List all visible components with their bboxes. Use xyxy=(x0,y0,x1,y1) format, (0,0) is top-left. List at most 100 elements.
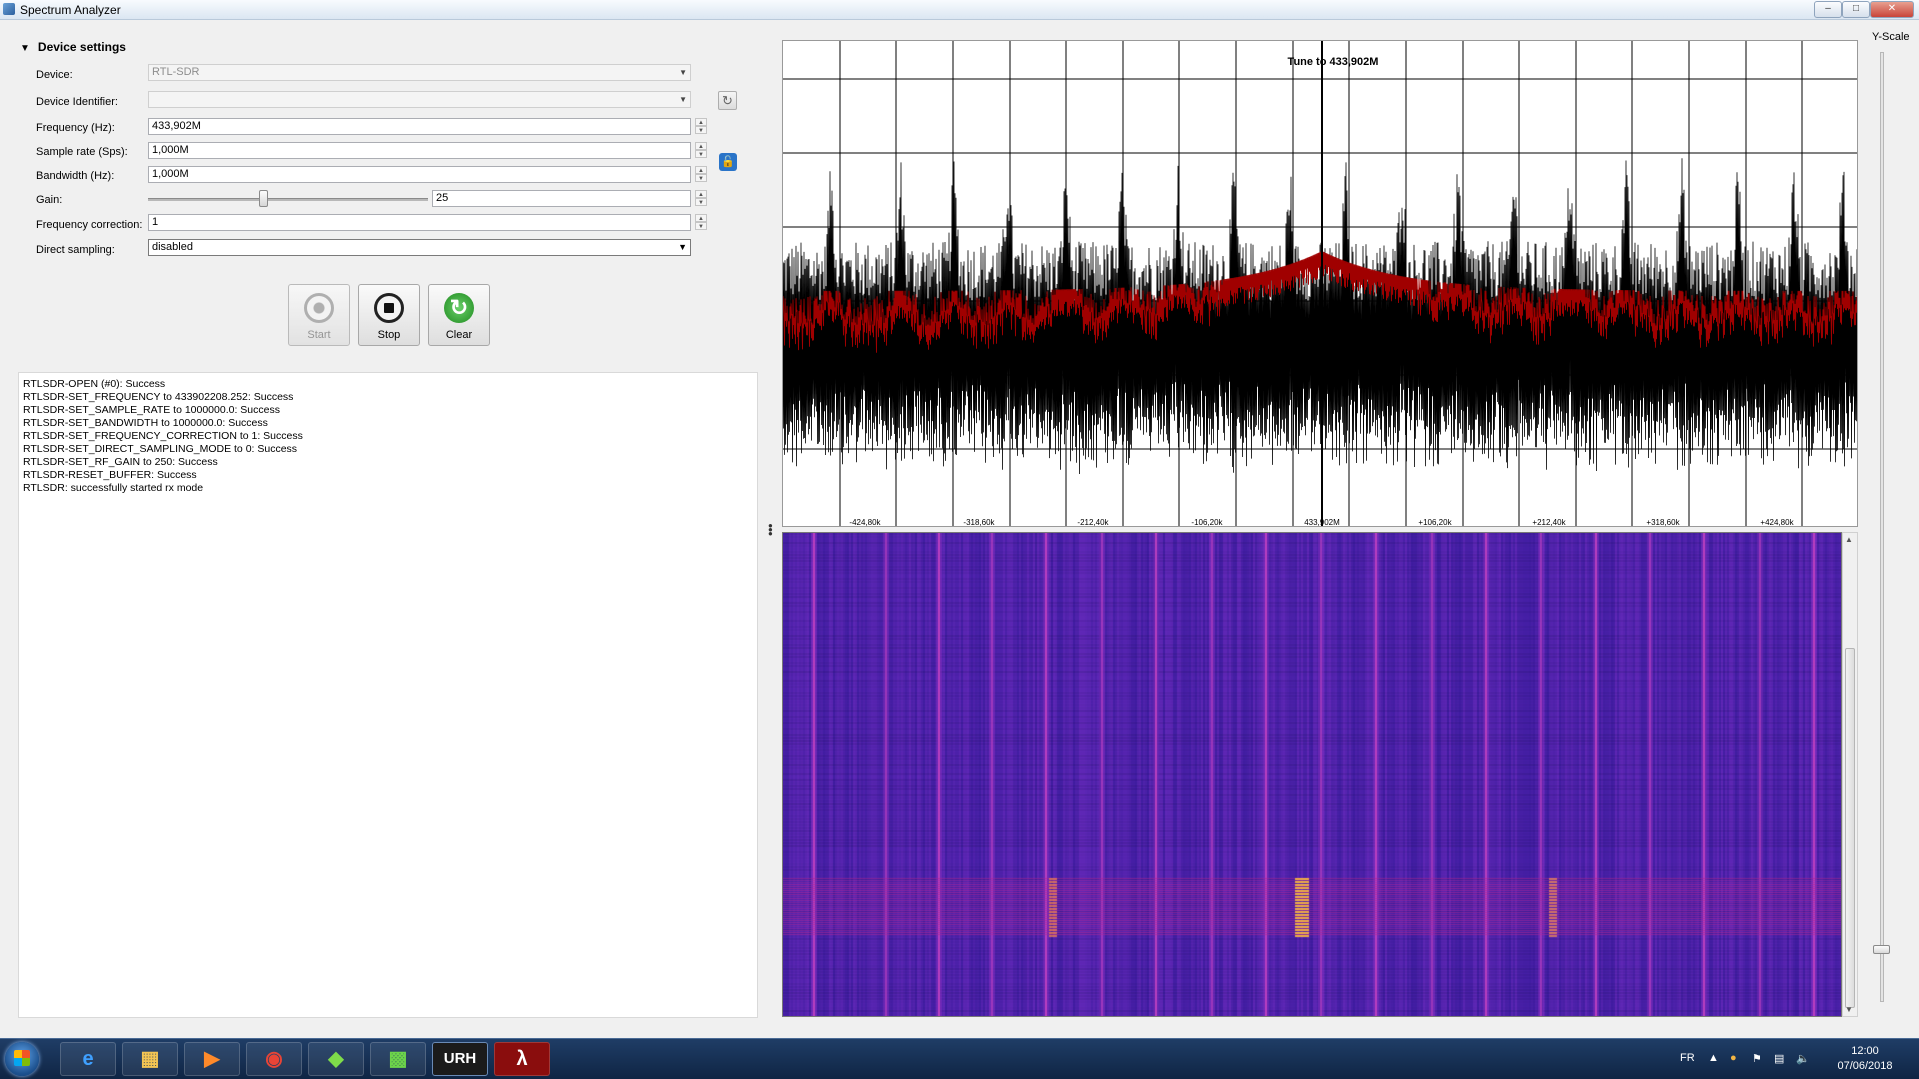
log-output[interactable]: RTLSDR-OPEN (#0): Success RTLSDR-SET_FREQ… xyxy=(18,372,758,1018)
link-sample-rate-bandwidth-button[interactable]: 🔓 xyxy=(719,153,737,171)
frequency-stepper[interactable]: ▲ ▼ xyxy=(695,118,707,135)
waterfall-scrollbar-thumb[interactable] xyxy=(1845,648,1855,1008)
frequency-correction-spinbox[interactable]: 1 xyxy=(148,214,691,231)
language-indicator[interactable]: FR xyxy=(1680,1052,1695,1064)
acrobat-icon: λ xyxy=(516,1048,528,1070)
sample-rate-spinbox[interactable]: 1,000M xyxy=(148,142,691,159)
stop-button[interactable]: Stop xyxy=(358,284,420,346)
start-button-label: Start xyxy=(307,329,331,341)
direct-sampling-label: Direct sampling: xyxy=(36,244,115,256)
chart-app-taskbar-button[interactable]: ▩ xyxy=(370,1042,426,1076)
device-combobox[interactable]: RTL-SDR ▼ xyxy=(148,64,691,81)
chrome-taskbar-button[interactable]: ◉ xyxy=(246,1042,302,1076)
waterfall-plot[interactable] xyxy=(782,532,1842,1017)
close-button[interactable]: ✕ xyxy=(1870,1,1914,18)
clear-refresh-icon: ↻ xyxy=(444,293,474,323)
device-settings-title: Device settings xyxy=(37,40,126,54)
bandwidth-stepper[interactable]: ▲ ▼ xyxy=(695,166,707,183)
refresh-icon: ↻ xyxy=(722,93,733,108)
clear-button-label: Clear xyxy=(445,329,473,341)
diamond-app-icon: ◆ xyxy=(328,1048,344,1070)
device-settings-header[interactable]: ▼ Device settings xyxy=(20,40,126,54)
app-icon xyxy=(3,3,15,15)
clear-button[interactable]: ↻ Clear xyxy=(428,284,490,346)
chevron-down-icon: ▼ xyxy=(679,68,687,77)
internet-explorer-icon: e xyxy=(82,1048,94,1070)
chevron-down-icon: ▼ xyxy=(678,242,687,252)
waterfall-scrollbar[interactable]: ▲ ▼ xyxy=(1842,532,1858,1017)
tune-annotation: Tune to 433,902M xyxy=(1288,56,1379,68)
spin-up-icon[interactable]: ▲ xyxy=(695,190,707,198)
volume-icon[interactable]: 🔈 xyxy=(1796,1052,1810,1065)
explorer-taskbar-button[interactable]: ▦ xyxy=(122,1042,178,1076)
spin-down-icon[interactable]: ▼ xyxy=(695,174,707,182)
urh-taskbar-button[interactable]: URH xyxy=(432,1042,488,1076)
waterfall-image xyxy=(783,533,1841,1016)
x-tick-label: +318,60k xyxy=(1646,518,1680,527)
device-identifier-combobox[interactable]: ▼ xyxy=(148,91,691,108)
log-line: RTLSDR-SET_SAMPLE_RATE to 1000000.0: Suc… xyxy=(23,404,280,416)
spin-up-icon[interactable]: ▲ xyxy=(695,166,707,174)
spectrum-plot[interactable]: Tune to 433,902M -424,80k -318,60k -212,40k… xyxy=(782,40,1858,527)
device-value: RTL-SDR xyxy=(152,66,200,78)
chrome-icon: ◉ xyxy=(265,1048,283,1070)
pdf-reader-taskbar-button[interactable]: λ xyxy=(494,1042,550,1076)
x-tick-label: +106,20k xyxy=(1418,518,1452,527)
direct-sampling-combobox[interactable]: disabled ▼ xyxy=(148,239,691,256)
spin-up-icon[interactable]: ▲ xyxy=(695,142,707,150)
x-tick-label: -424,80k xyxy=(849,518,881,527)
spin-down-icon[interactable]: ▼ xyxy=(695,222,707,230)
spin-down-icon[interactable]: ▼ xyxy=(695,126,707,134)
gain-label: Gain: xyxy=(36,194,63,206)
spin-down-icon[interactable]: ▼ xyxy=(695,198,707,206)
x-tick-label: +424,80k xyxy=(1760,518,1794,527)
action-center-flag-icon[interactable]: ⚑ xyxy=(1752,1052,1762,1065)
urh-icon: URH xyxy=(443,1050,477,1067)
media-player-taskbar-button[interactable]: ▶ xyxy=(184,1042,240,1076)
gain-spinbox[interactable]: 25 xyxy=(432,190,691,207)
sample-rate-stepper[interactable]: ▲ ▼ xyxy=(695,142,707,159)
panel-splitter-handle[interactable]: ● ● ● xyxy=(768,522,773,538)
x-tick-label: -212,40k xyxy=(1077,518,1109,527)
collapse-triangle-icon[interactable]: ▼ xyxy=(20,43,30,54)
y-scale-slider-thumb[interactable] xyxy=(1873,945,1890,954)
log-line: RTLSDR-SET_DIRECT_SAMPLING_MODE to 0: Su… xyxy=(23,443,298,455)
y-scale-slider-track[interactable] xyxy=(1880,52,1884,1002)
frequency-correction-stepper[interactable]: ▲ ▼ xyxy=(695,214,707,231)
x-tick-label: +212,40k xyxy=(1532,518,1566,527)
spin-up-icon[interactable]: ▲ xyxy=(695,214,707,222)
chart-app-icon: ▩ xyxy=(388,1048,408,1070)
taskbar: e ▦ ▶ ◉ ◆ ▩ URH λ FR ▲ ● ⚑ ▤ 🔈 12:00 07/… xyxy=(0,1038,1919,1079)
spin-up-icon[interactable]: ▲ xyxy=(695,118,707,126)
show-hidden-icons-icon[interactable]: ▲ xyxy=(1708,1052,1719,1064)
log-line: RTLSDR-OPEN (#0): Success xyxy=(23,378,166,390)
spin-down-icon[interactable]: ▼ xyxy=(695,150,707,158)
title-bar: Spectrum Analyzer – □ ✕ xyxy=(0,0,1919,20)
internet-explorer-taskbar-button[interactable]: e xyxy=(60,1042,116,1076)
tray-app-icon[interactable]: ● xyxy=(1730,1052,1737,1064)
scroll-down-icon[interactable]: ▼ xyxy=(1845,1005,1853,1014)
folder-icon: ▦ xyxy=(140,1048,160,1070)
stop-button-label: Stop xyxy=(377,329,401,341)
refresh-devices-button[interactable]: ↻ xyxy=(718,91,737,110)
network-icon[interactable]: ▤ xyxy=(1774,1052,1784,1065)
clock-date: 07/06/2018 xyxy=(1837,1060,1893,1072)
gain-stepper[interactable]: ▲ ▼ xyxy=(695,190,707,207)
gain-slider-track[interactable] xyxy=(148,198,428,201)
clock-time: 12:00 xyxy=(1851,1045,1879,1057)
system-clock[interactable]: 12:00 07/06/2018 xyxy=(1820,1044,1910,1074)
bandwidth-spinbox[interactable]: 1,000M xyxy=(148,166,691,183)
app-taskbar-button[interactable]: ◆ xyxy=(308,1042,364,1076)
minimize-button[interactable]: – xyxy=(1814,1,1842,18)
log-line: RTLSDR-SET_RF_GAIN to 250: Success xyxy=(23,456,218,468)
stop-icon xyxy=(374,293,404,323)
maximize-button[interactable]: □ xyxy=(1842,1,1870,18)
gain-slider-thumb[interactable] xyxy=(258,190,268,207)
start-button[interactable]: Start xyxy=(288,284,350,346)
frequency-correction-label: Frequency correction: xyxy=(36,219,143,231)
windows-logo-icon xyxy=(14,1050,30,1066)
frequency-spinbox[interactable]: 433,902M xyxy=(148,118,691,135)
start-button-windows[interactable] xyxy=(5,1042,39,1076)
settings-panel: ▼ Device settings Device: RTL-SDR ▼ Devic… xyxy=(0,20,770,1040)
scroll-up-icon[interactable]: ▲ xyxy=(1845,535,1853,544)
